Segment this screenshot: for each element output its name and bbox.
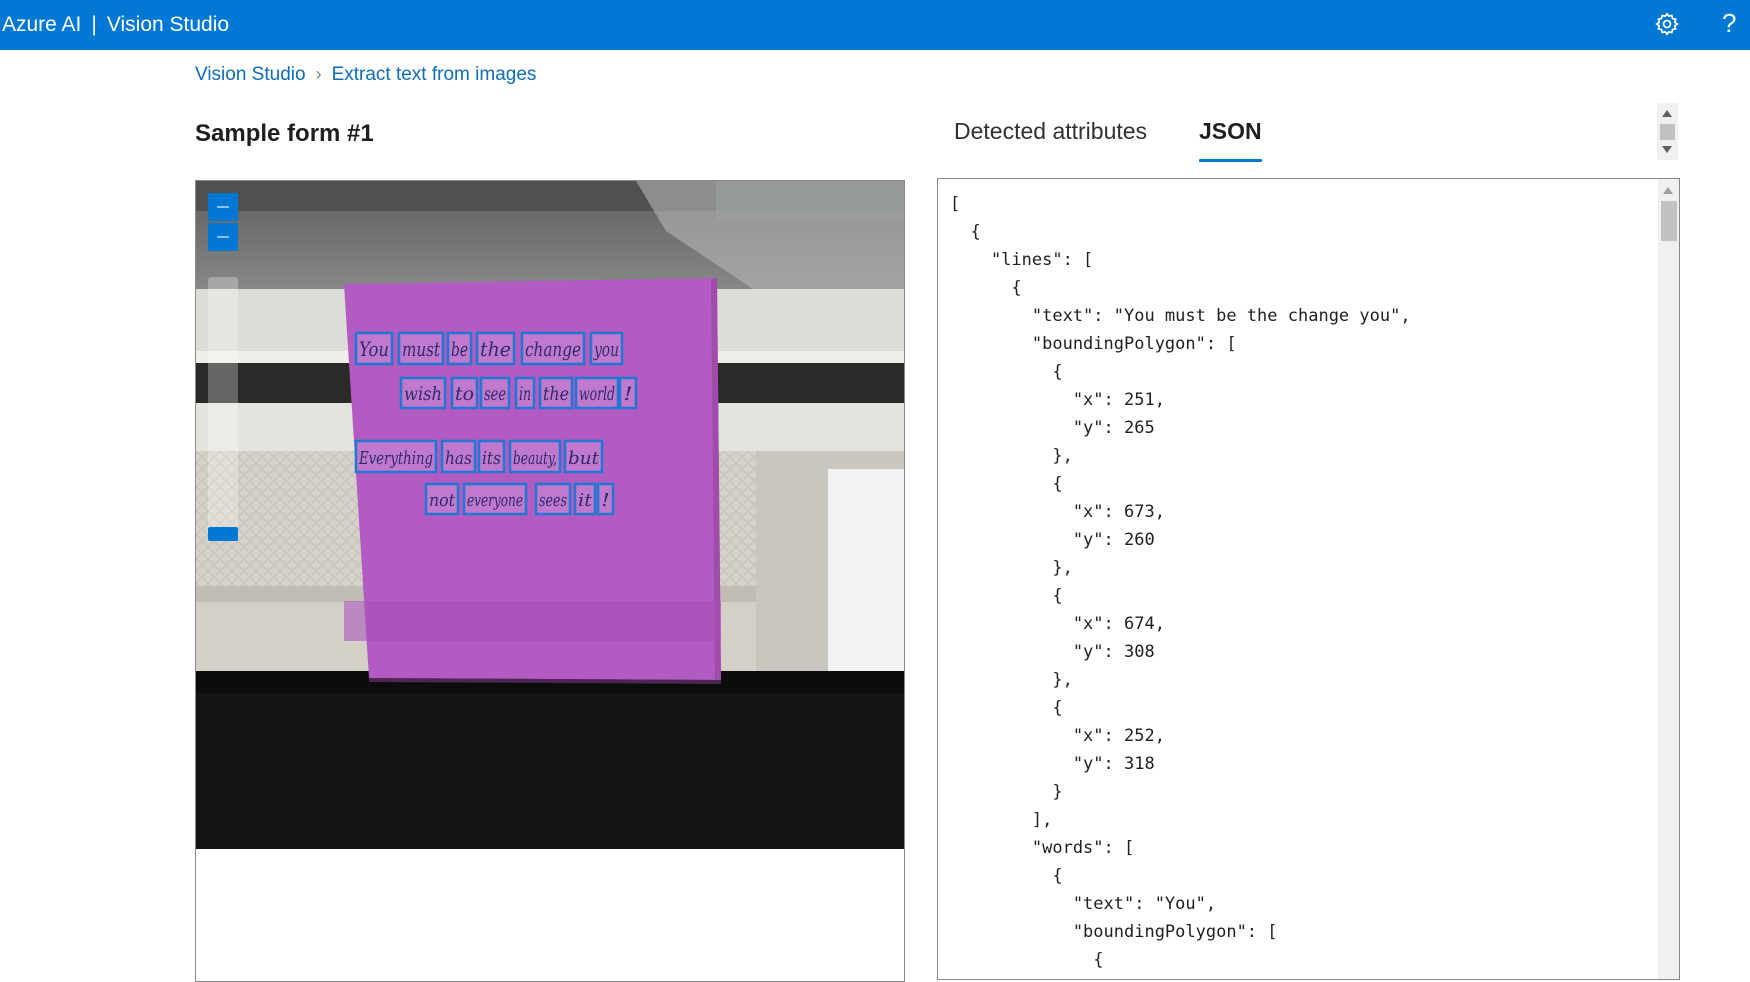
handwritten-word: everyone <box>467 490 523 511</box>
product-name: Vision Studio <box>106 13 230 36</box>
handwritten-word: ! <box>601 490 610 511</box>
handwritten-word: You <box>359 337 389 361</box>
handwritten-word: sees <box>539 490 567 511</box>
breadcrumb: Vision Studio › Extract text from images <box>195 64 536 86</box>
handwritten-word: the <box>480 337 511 361</box>
json-scrollbar[interactable] <box>1658 179 1679 979</box>
handwritten-word: but <box>568 448 600 469</box>
handwritten-word: change <box>525 337 581 361</box>
tab-selected-indicator <box>1199 159 1262 162</box>
page-scrollbar[interactable] <box>1657 103 1678 160</box>
json-code-text: [ { "lines": [ { "text": "You must be th… <box>950 194 1411 970</box>
handwritten-word: to <box>455 383 474 405</box>
json-scrollbar-thumb[interactable] <box>1661 201 1677 241</box>
handwritten-word: beauty, <box>513 448 557 469</box>
top-app-bar: Azure AI | Vision Studio ? <box>0 0 1750 50</box>
help-icon[interactable]: ? <box>1722 8 1736 38</box>
page-scrollbar-thumb[interactable] <box>1660 124 1675 140</box>
handwritten-word: see <box>484 383 506 405</box>
brand-name: Azure AI <box>2 13 82 36</box>
scroll-up-arrow-icon[interactable] <box>1662 110 1672 117</box>
handwritten-word: must <box>402 337 441 361</box>
json-scroll-up-arrow-icon[interactable] <box>1663 187 1673 194</box>
json-output-panel[interactable]: [ { "lines": [ { "text": "You must be th… <box>937 178 1680 980</box>
handwritten-word: wish <box>404 383 442 405</box>
breadcrumb-chevron-icon: › <box>315 64 322 84</box>
sample-photo: You must be the change youwish to see in the world… <box>196 181 904 849</box>
handwritten-word: has <box>445 448 472 469</box>
handwritten-word: the <box>543 383 569 405</box>
handwritten-word: it <box>578 490 593 511</box>
gear-icon[interactable] <box>1654 11 1680 37</box>
tab-json-label: JSON <box>1199 118 1262 144</box>
tab-detected-attributes-label: Detected attributes <box>954 118 1148 144</box>
handwritten-word: Everything <box>358 448 433 469</box>
handwritten-word: its <box>482 448 501 469</box>
breadcrumb-extract-text[interactable]: Extract text from images <box>332 64 537 85</box>
handwritten-word: you <box>593 337 619 361</box>
handwritten-word: not <box>429 490 456 511</box>
zoom-out-button[interactable] <box>208 223 238 251</box>
tab-detected-attributes[interactable]: Detected attributes <box>954 118 1147 145</box>
zoom-in-button[interactable] <box>208 193 238 221</box>
breadcrumb-vision-studio[interactable]: Vision Studio <box>195 64 306 85</box>
image-preview-panel: You must be the change you wish to see in the world… <box>195 180 905 982</box>
app-brand[interactable]: Azure AI | Vision Studio <box>2 12 229 38</box>
handwritten-word: be <box>451 337 468 361</box>
zoom-slider[interactable] <box>208 277 238 539</box>
zoom-slider-thumb[interactable] <box>208 527 238 541</box>
handwritten-word: ! <box>623 383 633 405</box>
scroll-down-arrow-icon[interactable] <box>1662 146 1672 153</box>
handwritten-word: world <box>579 383 615 405</box>
brand-separator: | <box>91 13 97 36</box>
page-title: Sample form #1 <box>195 120 374 147</box>
handwritten-word: in <box>519 383 531 405</box>
tab-json[interactable]: JSON <box>1199 118 1262 162</box>
